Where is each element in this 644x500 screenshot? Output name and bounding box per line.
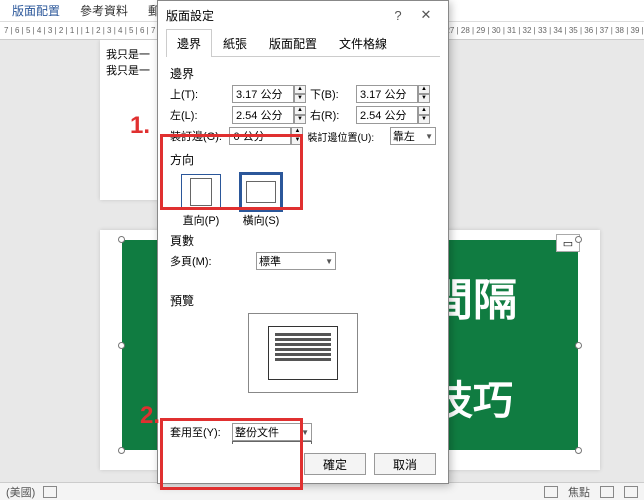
view-icon[interactable]: [624, 486, 638, 498]
apply-to-dropdown: 整份文件 選取文字: [232, 441, 312, 444]
status-focus[interactable]: 焦點: [568, 484, 590, 500]
multipage-combo[interactable]: 標準▼: [256, 252, 336, 270]
spinner-buttons[interactable]: ▲▼: [418, 85, 430, 103]
dropdown-option[interactable]: 整份文件: [233, 442, 311, 444]
annotation-1: 1.: [130, 112, 150, 140]
cancel-button[interactable]: 取消: [374, 453, 436, 475]
status-bar: (美國) 焦點: [0, 482, 644, 500]
right-margin-label: 右(R):: [310, 107, 352, 123]
annotation-2: 2.: [140, 402, 160, 430]
close-button[interactable]: ✕: [412, 7, 440, 23]
multipage-label: 多頁(M):: [170, 253, 228, 269]
spinner-buttons[interactable]: ▲▼: [291, 127, 303, 145]
ribbon-tab-references[interactable]: 參考資料: [70, 0, 138, 22]
orientation-portrait[interactable]: 直向(P): [178, 174, 224, 228]
ribbon-tab-layout[interactable]: 版面配置: [2, 0, 70, 22]
left-margin-label: 左(L):: [170, 107, 228, 123]
margins-label: 邊界: [170, 65, 436, 82]
doc-text: 我只是一: [106, 62, 154, 78]
ok-button[interactable]: 確定: [304, 453, 366, 475]
dialog-title: 版面設定: [166, 7, 384, 24]
apply-to-label: 套用至(Y):: [170, 424, 228, 440]
bottom-margin-input[interactable]: [356, 85, 418, 103]
help-button[interactable]: ?: [384, 8, 412, 23]
gutter-label: 裝訂邊(G):: [170, 128, 225, 144]
tab-grid[interactable]: 文件格線: [328, 29, 398, 57]
left-margin-input[interactable]: [232, 106, 294, 124]
resize-handle[interactable]: [575, 236, 582, 243]
status-language[interactable]: (美國): [6, 484, 35, 500]
portrait-icon: [181, 174, 221, 210]
top-margin-label: 上(T):: [170, 86, 228, 102]
chevron-down-icon: ▼: [301, 428, 309, 437]
orientation-landscape[interactable]: 橫向(S): [238, 174, 284, 228]
status-icon[interactable]: [43, 486, 57, 498]
pages-label: 頁數: [170, 232, 436, 249]
spinner-buttons[interactable]: ▲▼: [294, 106, 306, 124]
preview-box: [248, 313, 358, 393]
tab-margins[interactable]: 邊界: [166, 29, 212, 57]
chevron-down-icon: ▼: [425, 132, 433, 141]
gutter-pos-label: 裝訂邊位置(U):: [307, 129, 385, 144]
spinner-buttons[interactable]: ▲▼: [418, 106, 430, 124]
chevron-down-icon: ▼: [325, 257, 333, 266]
tab-layout[interactable]: 版面配置: [258, 29, 328, 57]
resize-handle[interactable]: [118, 342, 125, 349]
page-setup-dialog: 版面設定 ? ✕ 邊界 紙張 版面配置 文件格線 邊界 上(T): ▲▼ 下(B…: [157, 0, 449, 484]
resize-handle[interactable]: [575, 342, 582, 349]
view-icon[interactable]: [600, 486, 614, 498]
resize-handle[interactable]: [575, 447, 582, 454]
landscape-icon: [241, 174, 281, 210]
dialog-tabs: 邊界 紙張 版面配置 文件格線: [166, 29, 440, 57]
dialog-titlebar[interactable]: 版面設定 ? ✕: [158, 1, 448, 29]
gutter-input[interactable]: [229, 127, 291, 145]
spinner-buttons[interactable]: ▲▼: [294, 85, 306, 103]
tab-paper[interactable]: 紙張: [212, 29, 258, 57]
apply-to-combo[interactable]: 整份文件 ▼: [232, 423, 312, 441]
gutter-pos-combo[interactable]: 靠左▼: [390, 127, 436, 145]
doc-text: 我只是一: [106, 46, 154, 62]
resize-handle[interactable]: [118, 236, 125, 243]
resize-handle[interactable]: [118, 447, 125, 454]
right-margin-input[interactable]: [356, 106, 418, 124]
bottom-margin-label: 下(B):: [310, 86, 352, 102]
preview-label: 預覽: [170, 292, 436, 309]
orientation-label: 方向: [170, 151, 436, 168]
top-margin-input[interactable]: [232, 85, 294, 103]
view-icon[interactable]: [544, 486, 558, 498]
